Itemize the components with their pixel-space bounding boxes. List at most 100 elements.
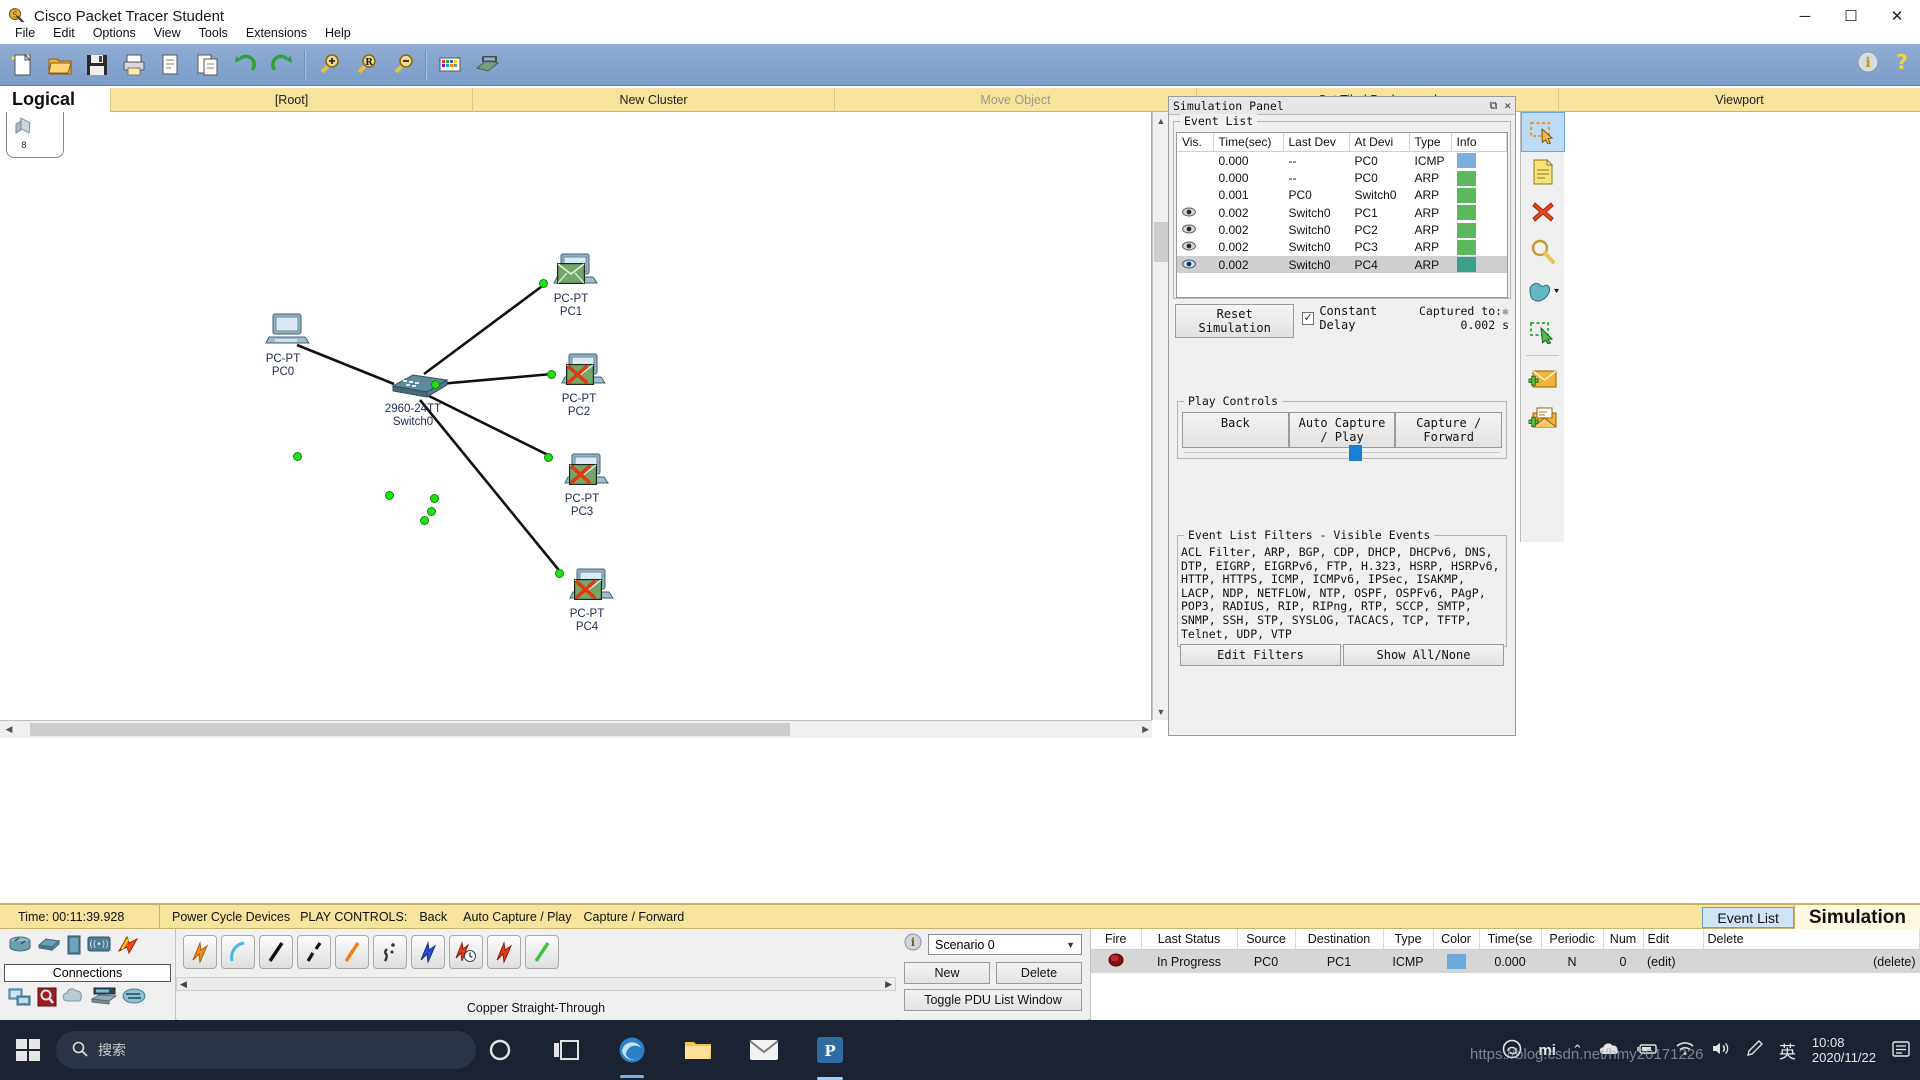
connection-palette-scrollbar[interactable]: ◀ ▶ (176, 977, 896, 991)
save-icon[interactable] (78, 46, 115, 84)
connections-icon[interactable] (116, 935, 140, 960)
pdu-col-num[interactable]: Num (1603, 929, 1644, 950)
menu-file[interactable]: File (6, 24, 44, 42)
pdu-delete-link[interactable]: (delete) (1703, 949, 1920, 973)
constant-delay-control[interactable]: Constant Delay (1302, 304, 1411, 332)
event-col-at-device[interactable]: At Devi (1349, 133, 1410, 152)
zoom-reset-icon[interactable]: R (347, 46, 384, 84)
pdu-col-fire[interactable]: Fire (1091, 929, 1142, 950)
palette-scroll-right-icon[interactable]: ▶ (885, 979, 892, 990)
event-col-last-dev[interactable]: Last Dev (1283, 133, 1350, 152)
draw-shape-icon[interactable] (1521, 272, 1565, 312)
play-speed-slider-thumb[interactable] (1349, 445, 1362, 461)
move-object-button[interactable]: Move Object (834, 87, 1196, 112)
server-icon[interactable] (90, 987, 118, 1012)
event-col-time[interactable]: Time(sec) (1213, 133, 1284, 152)
tab-simulation[interactable]: Simulation (1793, 905, 1920, 931)
power-cycle-devices-button[interactable]: Power Cycle Devices (160, 910, 290, 924)
mail-icon[interactable] (744, 1030, 784, 1070)
logical-workspace[interactable]: 8 PC-PT PC0 2960-24TT Switch0 PC-PT PC1 … (0, 112, 1152, 720)
fiber-cable-icon[interactable] (335, 935, 369, 969)
redo-icon[interactable] (263, 46, 300, 84)
new-cluster-button[interactable]: New Cluster (472, 87, 834, 112)
copper-straight-through-icon[interactable] (259, 935, 293, 969)
scenario-new-button[interactable]: New (904, 962, 990, 984)
event-vis-cell[interactable] (1177, 239, 1213, 256)
table-row[interactable]: 0.000 -- PC0 ICMP (1177, 152, 1507, 170)
scroll-up-icon[interactable]: ▲ (1153, 112, 1169, 129)
menu-edit[interactable]: Edit (44, 24, 84, 42)
menu-options[interactable]: Options (84, 24, 145, 42)
eye-icon[interactable] (1182, 223, 1196, 234)
coaxial-cable-icon[interactable] (411, 935, 445, 969)
pdu-col-last-status[interactable]: Last Status (1141, 929, 1238, 950)
event-col-info[interactable]: Info (1451, 133, 1507, 152)
console-cable-icon[interactable] (221, 935, 255, 969)
event-col-type[interactable]: Type (1409, 133, 1452, 152)
chevron-down-icon[interactable]: ▼ (1066, 940, 1075, 950)
file-explorer-icon[interactable] (678, 1030, 718, 1070)
viewport-button[interactable]: Viewport (1558, 87, 1920, 112)
scenario-select[interactable]: Scenario 0 ▼ (928, 934, 1082, 955)
scroll-down-icon[interactable]: ▼ (1153, 703, 1169, 720)
event-vis-cell[interactable] (1177, 169, 1213, 186)
phone-cable-icon[interactable] (373, 935, 407, 969)
table-row[interactable]: 0.002 Switch0 PC4 ARP (1177, 255, 1507, 274)
table-row[interactable]: 0.002 Switch0 PC1 ARP (1177, 204, 1507, 221)
pdu-edit-link[interactable]: (edit) (1643, 949, 1703, 973)
new-file-icon[interactable] (4, 46, 41, 84)
copy-icon[interactable] (152, 46, 189, 84)
menu-extensions[interactable]: Extensions (237, 24, 316, 42)
task-view-icon[interactable] (546, 1030, 586, 1070)
tab-event-list[interactable]: Event List (1702, 907, 1794, 928)
scenario-delete-button[interactable]: Delete (996, 962, 1082, 984)
event-vis-cell[interactable] (1177, 255, 1213, 274)
delete-x-icon[interactable] (1521, 192, 1565, 232)
pdu-col-time[interactable]: Time(se (1479, 929, 1542, 950)
serial-dte-icon[interactable] (487, 935, 521, 969)
zoom-in-icon[interactable] (310, 46, 347, 84)
pdu-col-source[interactable]: Source (1237, 929, 1296, 950)
volume-icon[interactable] (1711, 1041, 1731, 1059)
edit-filters-button[interactable]: Edit Filters (1180, 644, 1341, 667)
info-icon[interactable]: i (904, 933, 922, 956)
eye-icon[interactable] (1182, 240, 1196, 251)
cortana-icon[interactable] (480, 1030, 520, 1070)
menu-tools[interactable]: Tools (190, 24, 237, 42)
workspace-hscroll-thumb[interactable] (30, 723, 790, 736)
octal-cable-icon[interactable] (525, 935, 559, 969)
multiuser-icon[interactable] (122, 987, 146, 1012)
ime-icon[interactable]: 英 (1779, 1038, 1796, 1063)
table-row[interactable]: 0.000 -- PC0 ARP (1177, 169, 1507, 186)
device-switch0[interactable]: 2960-24TT Switch0 (368, 370, 458, 429)
pdu-col-destination[interactable]: Destination (1295, 929, 1384, 950)
scroll-right-icon[interactable]: ▶ (1142, 724, 1149, 735)
paste-icon[interactable] (189, 46, 226, 84)
logical-mode-label[interactable]: Logical (0, 87, 110, 112)
notification-icon[interactable] (1892, 1040, 1910, 1061)
automatic-connection-icon[interactable] (183, 935, 217, 969)
add-complex-pdu-icon[interactable] (1521, 399, 1565, 439)
workspace-vertical-scrollbar[interactable]: ▲ ▼ (1152, 112, 1168, 720)
add-simple-pdu-icon[interactable] (1521, 359, 1565, 399)
copper-crossover-icon[interactable] (297, 935, 331, 969)
taskbar-clock[interactable]: 10:08 2020/11/22 (1812, 1035, 1876, 1065)
auto-capture-play-button[interactable]: Auto Capture / Play (1288, 412, 1396, 448)
status-back-button[interactable]: Back (407, 910, 447, 924)
event-vis-cell[interactable] (1177, 204, 1213, 221)
switch-icon[interactable] (37, 935, 61, 960)
edge-icon[interactable] (612, 1030, 652, 1078)
security-icon[interactable] (37, 987, 57, 1012)
palette-scroll-left-icon[interactable]: ◀ (180, 979, 187, 990)
reset-simulation-button[interactable]: Reset Simulation (1175, 304, 1295, 338)
eye-icon[interactable] (1182, 206, 1196, 217)
show-all-none-button[interactable]: Show All/None (1343, 644, 1504, 667)
toggle-pdu-list-window-button[interactable]: Toggle PDU List Window (904, 989, 1082, 1011)
menu-view[interactable]: View (145, 24, 190, 42)
event-vis-cell[interactable] (1177, 152, 1213, 170)
eye-icon[interactable] (1182, 258, 1196, 269)
event-list-table-wrap[interactable]: Vis. Time(sec) Last Dev At Devi Type Inf… (1176, 132, 1508, 298)
play-speed-slider[interactable] (1184, 445, 1500, 464)
constant-delay-checkbox[interactable] (1302, 310, 1315, 325)
table-row[interactable]: 0.002 Switch0 PC2 ARP (1177, 221, 1507, 238)
